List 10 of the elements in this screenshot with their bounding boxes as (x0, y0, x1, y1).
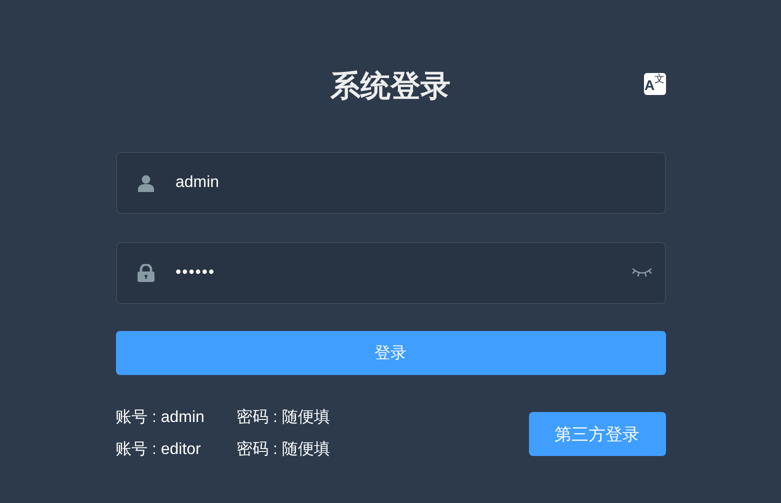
account-hint: 账号 : editor (116, 440, 202, 460)
password-hint: 密码 : 随便填 (236, 408, 330, 428)
password-field[interactable]: •••••• (116, 242, 666, 304)
account-hint: 账号 : admin (116, 408, 206, 428)
password-hint: 密码 : 随便填 (236, 440, 330, 460)
user-icon (138, 174, 154, 192)
closed-eye-icon[interactable] (632, 268, 652, 278)
lock-icon (136, 264, 154, 282)
page-title: 系统登录 (330, 69, 450, 105)
username-field[interactable]: admin (116, 152, 666, 214)
